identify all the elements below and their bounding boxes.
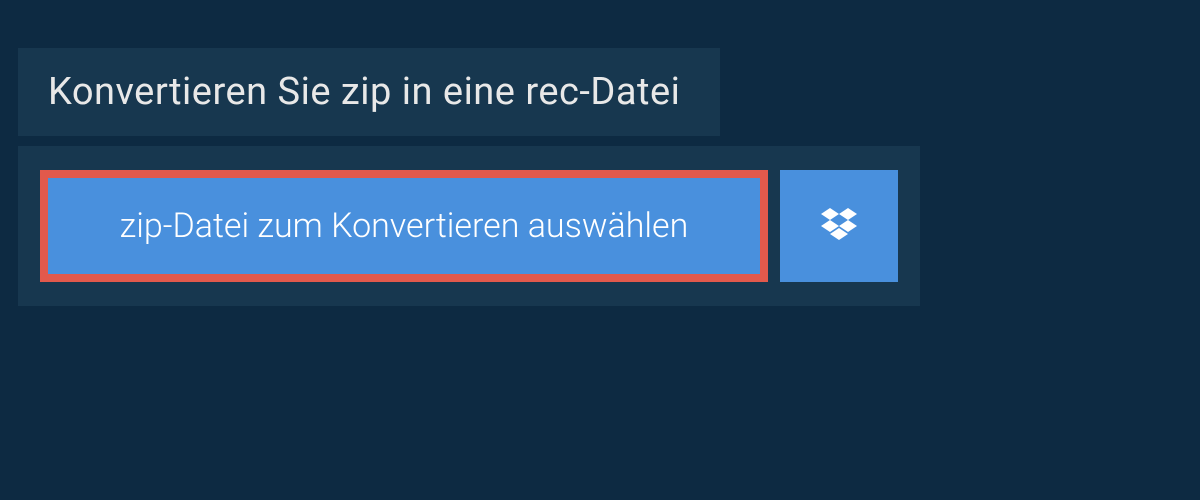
file-select-panel: zip-Datei zum Konvertieren auswählen [18, 146, 920, 306]
select-file-button-label: zip-Datei zum Konvertieren auswählen [120, 206, 689, 246]
page-title: Konvertieren Sie zip in eine rec-Datei [48, 70, 680, 114]
select-file-button[interactable]: zip-Datei zum Konvertieren auswählen [40, 170, 768, 282]
page-header: Konvertieren Sie zip in eine rec-Datei [18, 48, 720, 136]
dropbox-button[interactable] [780, 170, 898, 282]
dropbox-icon [821, 208, 857, 244]
